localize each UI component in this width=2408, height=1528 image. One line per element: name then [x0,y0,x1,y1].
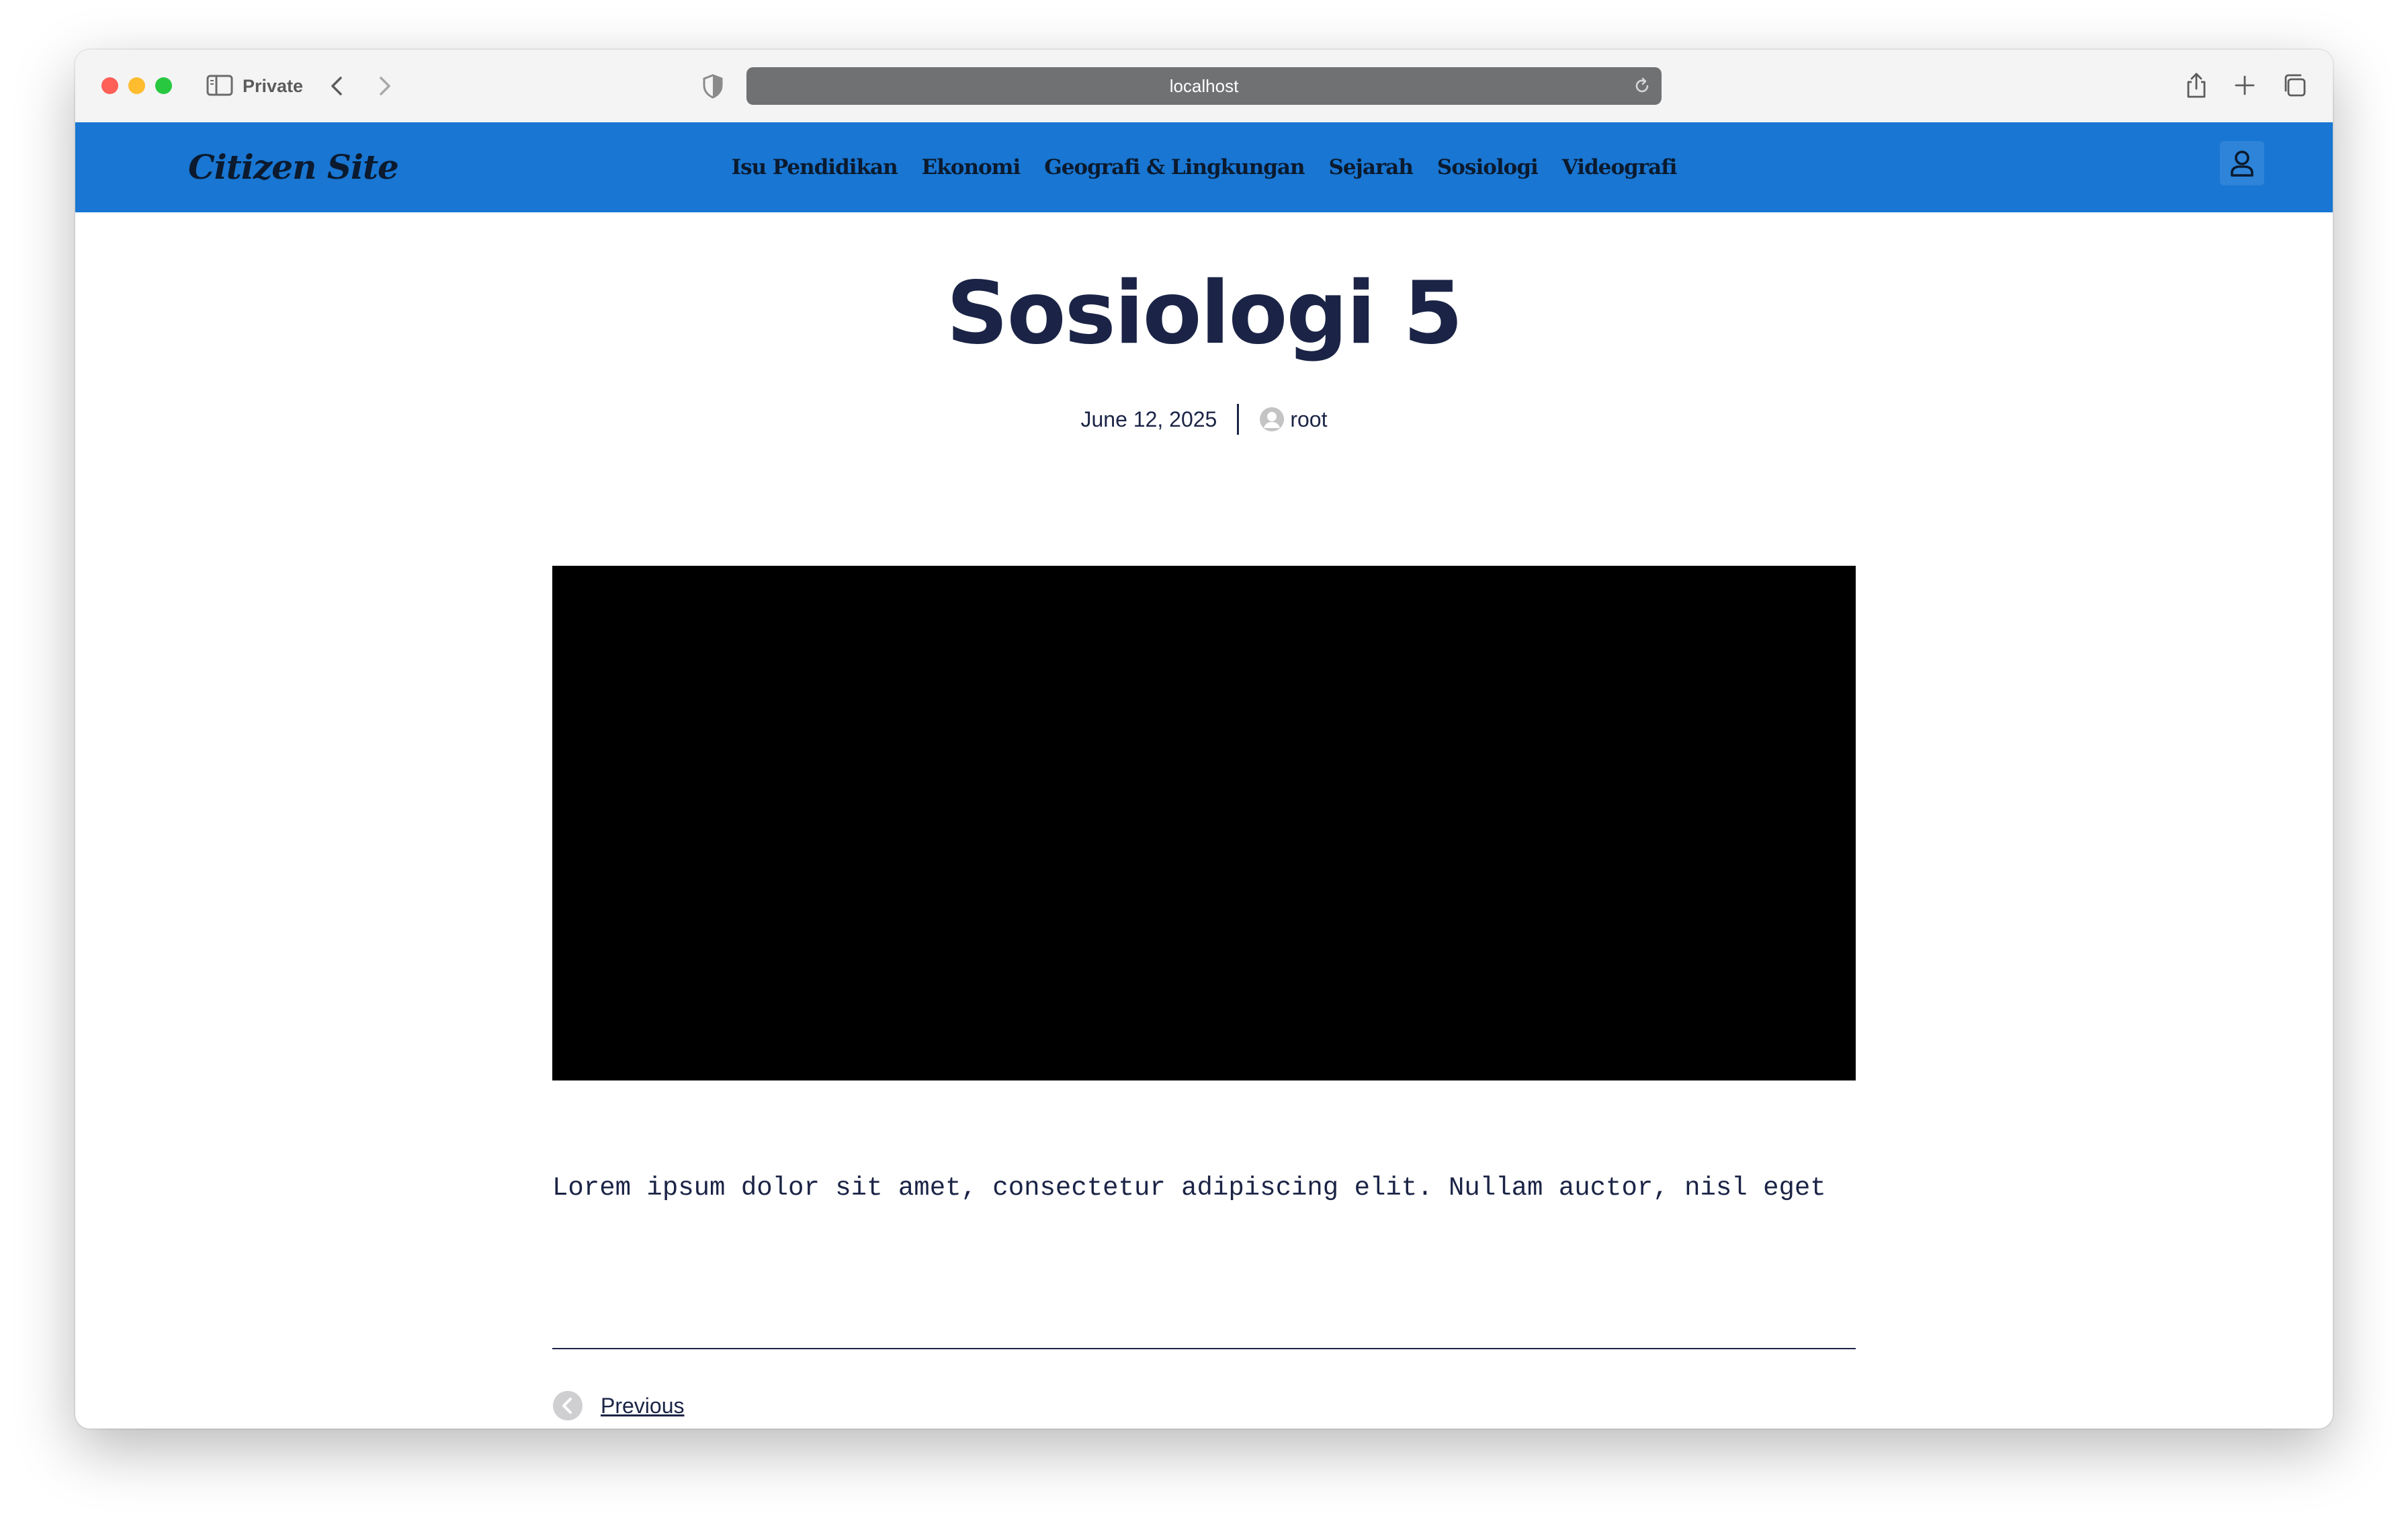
zoom-window-button[interactable] [155,77,172,94]
browser-window: Private localhost Isu Pendidikan Ekonomi… [75,50,2333,1429]
address-bar[interactable]: localhost [746,67,1662,105]
post-author[interactable]: root [1290,407,1327,432]
post-divider [552,1348,1856,1349]
chevron-right-icon[interactable] [371,73,398,99]
previous-label: Previous [601,1393,685,1418]
post-body: Lorem ipsum dolor sit amet, consectetur … [552,1173,1826,1203]
private-mode-label: Private [243,76,304,96]
post-date[interactable]: June 12, 2025 [1081,407,1217,432]
sidebar-icon[interactable] [206,74,233,97]
tabs-overview-icon[interactable] [2279,70,2310,101]
chevron-left-circle-icon [553,1391,583,1420]
video-embed[interactable] [552,566,1856,1080]
user-icon [2231,151,2253,177]
site-header: Isu Pendidikan Ekonomi Geografi & Lingku… [75,122,2333,212]
minimize-window-button[interactable] [128,77,145,94]
nav-item-ekonomi[interactable]: Ekonomi [922,155,1021,179]
account-button[interactable] [2220,141,2264,185]
avatar-icon [1260,407,1285,431]
share-icon[interactable] [2181,70,2212,101]
nav-item-geografi-lingkungan[interactable]: Geografi & Lingkungan [1044,155,1305,179]
nav-item-isu-pendidikan[interactable]: Isu Pendidikan [732,155,898,179]
chevron-left-icon[interactable] [324,73,351,99]
nav-item-sejarah[interactable]: Sejarah [1329,155,1414,179]
plus-icon[interactable] [2229,70,2260,101]
post-title: Sosiologi 5 [946,263,1463,364]
browser-toolbar: Private localhost [75,50,2333,124]
nav-item-videografi[interactable]: Videografi [1562,155,1678,179]
previous-post-link[interactable]: Previous [552,1390,685,1422]
primary-navigation: Isu Pendidikan Ekonomi Geografi & Lingku… [75,122,2333,212]
nav-item-sosiologi[interactable]: Sosiologi [1437,155,1539,179]
url-text: localhost [1169,76,1239,96]
close-window-button[interactable] [101,77,118,94]
shield-icon[interactable] [701,73,724,99]
reload-icon[interactable] [1632,76,1652,96]
meta-divider [1237,404,1240,435]
site-title[interactable]: Citizen Site [188,122,399,212]
post-meta: June 12, 2025 root [75,403,2333,435]
